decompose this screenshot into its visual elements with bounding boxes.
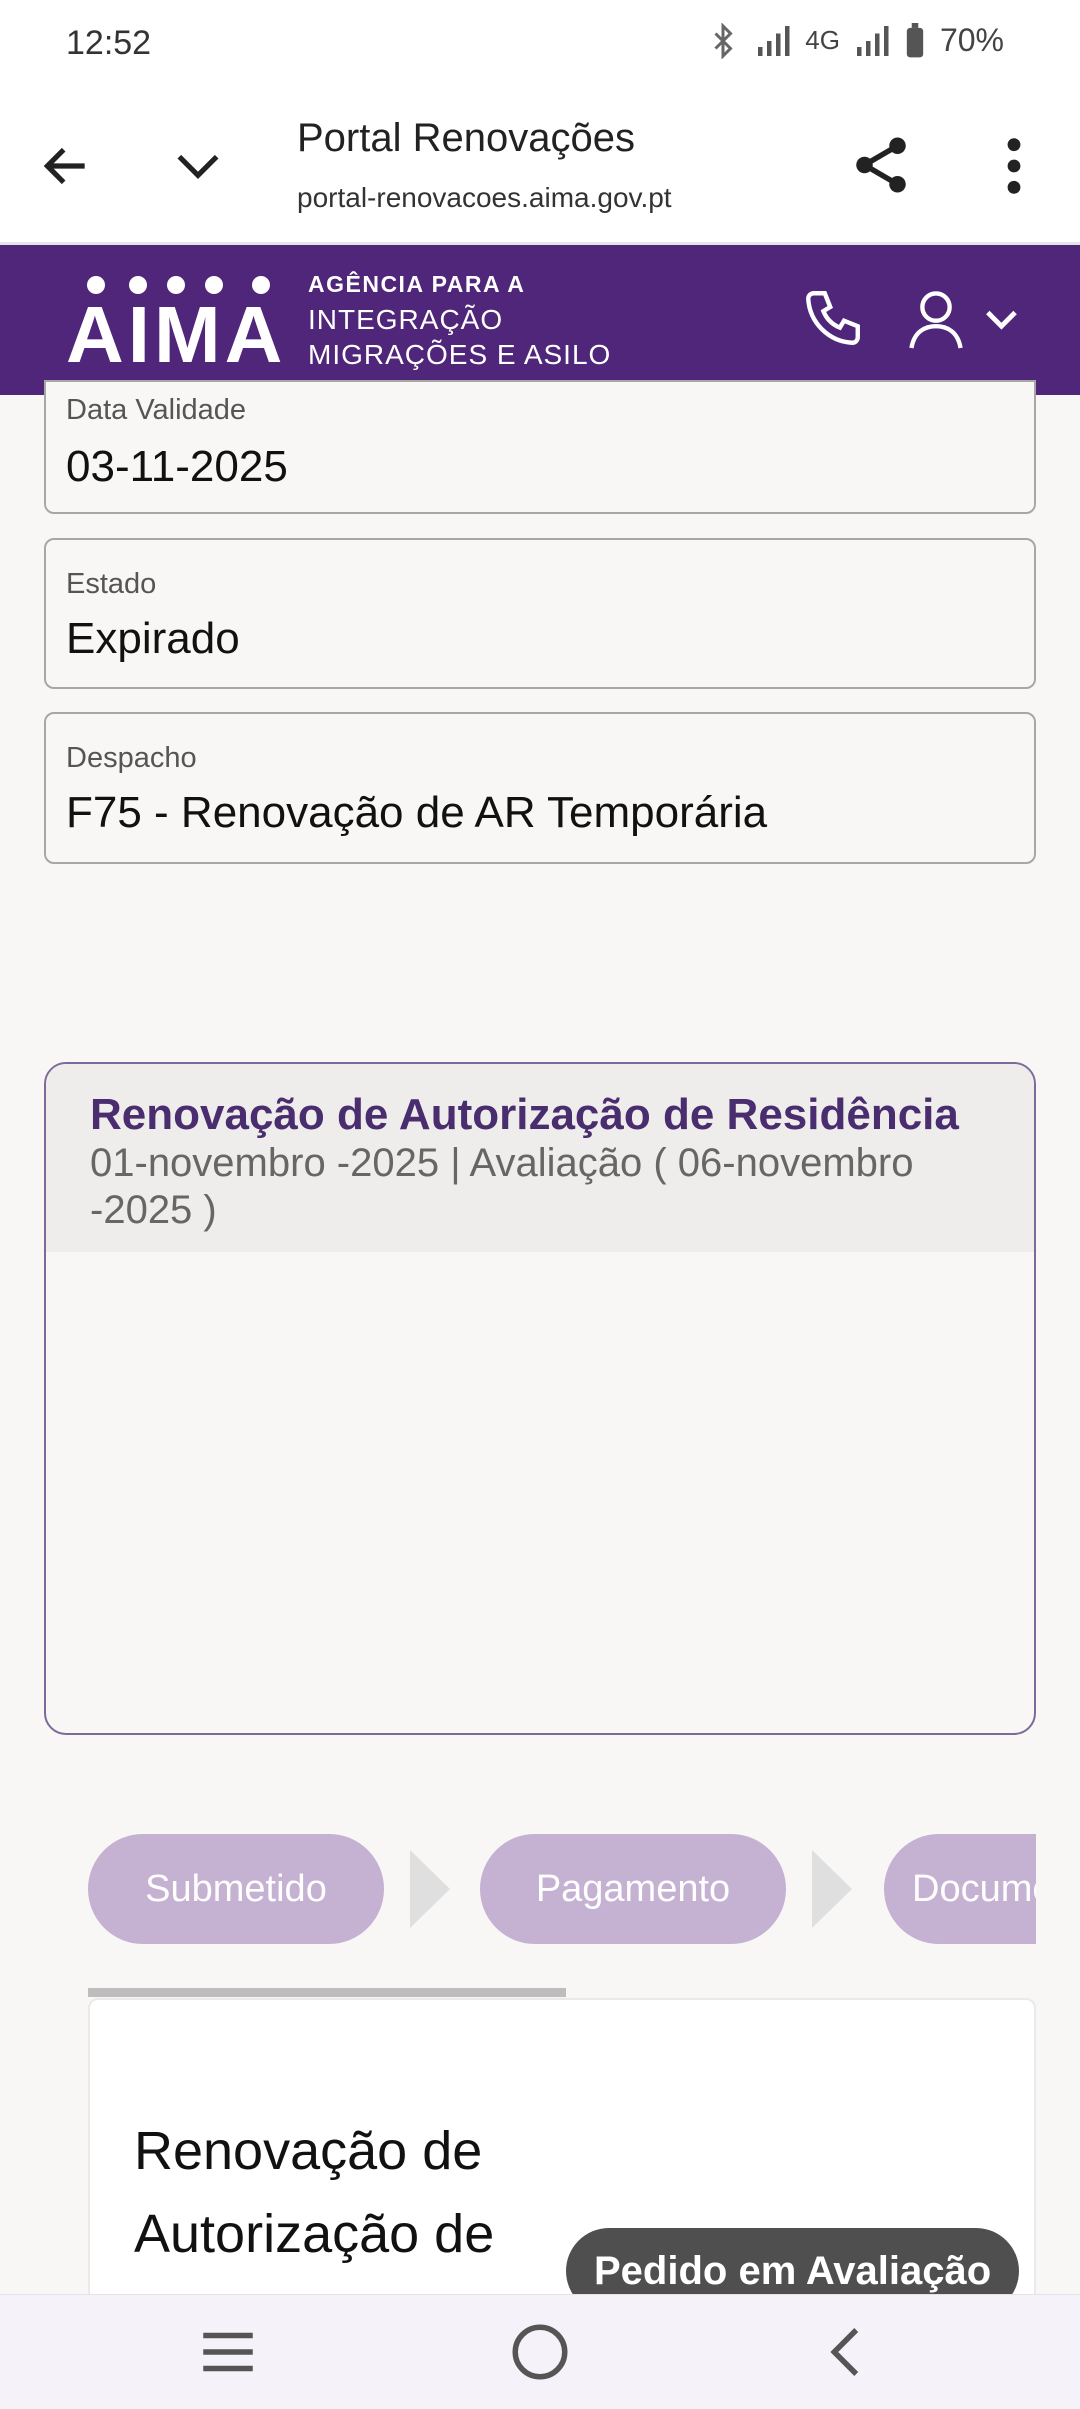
bluetooth-icon xyxy=(714,22,733,59)
status-bar: 12:52 4G 70% xyxy=(0,0,1080,90)
page-title[interactable]: Portal Renovações xyxy=(297,116,635,161)
more-vert-icon[interactable] xyxy=(996,134,1032,198)
phone-icon[interactable] xyxy=(800,285,866,351)
signal-icon-2 xyxy=(856,25,889,56)
field-value: F75 - Renovação de AR Temporária xyxy=(66,788,768,837)
share-icon[interactable] xyxy=(848,132,914,198)
step-arrow-icon xyxy=(812,1850,852,1928)
step-arrow-icon xyxy=(410,1850,450,1928)
renewal-card[interactable]: Renovação de Autorização de Residência 0… xyxy=(44,1062,1036,1735)
aima-tagline: AGÊNCIA PARA A INTEGRAÇÃO MIGRAÇÕES E AS… xyxy=(308,267,611,372)
user-icon[interactable] xyxy=(906,285,1026,351)
page-url[interactable]: portal-renovacoes.aima.gov.pt xyxy=(297,182,672,214)
chevron-down-icon[interactable] xyxy=(168,138,228,194)
back-nav-icon[interactable] xyxy=(815,2319,881,2385)
battery-icon xyxy=(906,22,924,57)
tagline-line-2: INTEGRAÇÃO xyxy=(308,304,504,335)
tagline-line-3: MIGRAÇÕES E ASILO xyxy=(308,339,612,370)
aima-logo-text: AIMA xyxy=(66,290,287,379)
step-submetido[interactable]: Submetido xyxy=(88,1834,384,1944)
progress-steps: Submetido Pagamento Documentos xyxy=(88,1834,1036,1946)
field-data-validade: Data Validade 03-11-2025 xyxy=(44,380,1036,514)
progress-bar xyxy=(88,1988,566,1997)
field-value: Expirado xyxy=(66,614,240,663)
renewal-title: Renovação de Autorização de Residência xyxy=(90,1090,959,1139)
field-value: 03-11-2025 xyxy=(66,442,288,491)
status-time: 12:52 xyxy=(66,24,152,62)
field-estado: Estado Expirado xyxy=(44,538,1036,689)
battery-level: 70% xyxy=(939,22,1004,58)
field-label: Despacho xyxy=(66,742,197,774)
status-icons: 4G 70% xyxy=(705,22,1004,59)
field-label: Estado xyxy=(66,568,157,600)
field-label: Data Validade xyxy=(66,394,247,426)
tagline-line-1: AGÊNCIA PARA A xyxy=(308,271,526,297)
site-header: AIMA AGÊNCIA PARA A INTEGRAÇÃO MIGRAÇÕES… xyxy=(0,245,1080,395)
browser-bar: Portal Renovações portal-renovacoes.aima… xyxy=(0,90,1080,245)
step-documentos[interactable]: Documentos xyxy=(884,1834,1036,1944)
system-nav-bar xyxy=(0,2294,1080,2409)
step-pagamento[interactable]: Pagamento xyxy=(480,1834,786,1944)
field-despacho: Despacho F75 - Renovação de AR Temporári… xyxy=(44,712,1036,864)
signal-icon xyxy=(758,25,790,56)
aima-logo[interactable]: AIMA xyxy=(66,273,296,375)
home-icon[interactable] xyxy=(507,2319,573,2385)
renewal-subtitle: 01-novembro -2025 | Avaliação ( 06-novem… xyxy=(90,1141,914,1232)
renewal-card-header: Renovação de Autorização de Residência 0… xyxy=(46,1064,1034,1252)
network-type: 4G xyxy=(805,25,840,55)
back-icon[interactable] xyxy=(38,138,94,194)
menu-icon[interactable] xyxy=(195,2319,261,2385)
